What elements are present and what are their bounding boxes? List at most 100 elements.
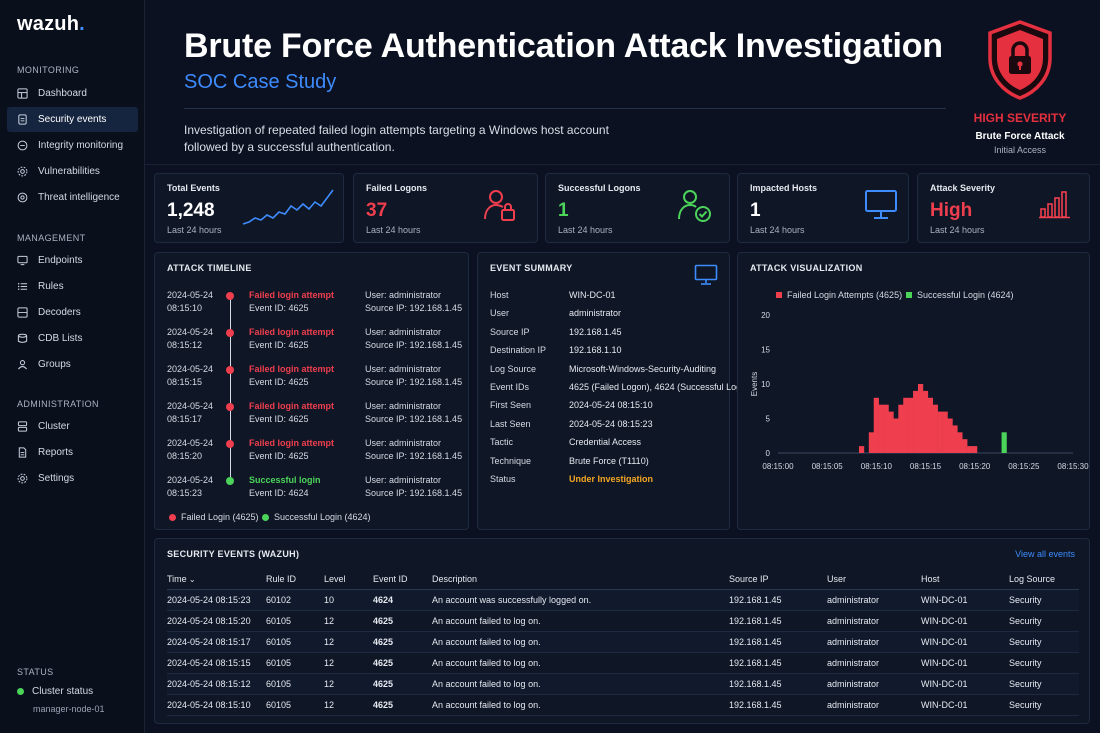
trend-line-icon: [242, 189, 334, 225]
table-row[interactable]: 2024-05-24 08:15:17 60105 12 4625 An account…: [167, 631, 1079, 653]
timeline-time: 08:15:20: [167, 451, 203, 461]
kpi-value: 1,248: [167, 200, 215, 221]
sidebar-item-cdb-lists[interactable]: CDB Lists: [7, 326, 138, 351]
summary-value: Microsoft-Windows-Security-Auditing: [569, 363, 717, 374]
failed-login-bar: [883, 404, 889, 453]
failed-login-bar: [957, 432, 963, 453]
timeline-event: Failed login attempt Event ID: 4625: [249, 363, 334, 389]
wazuh-logo[interactable]: wazuh.: [17, 13, 85, 36]
kpi-attack-severity[interactable]: Attack Severity High Last 24 hours: [917, 173, 1090, 243]
sidebar-item-dashboard[interactable]: Dashboard: [7, 81, 138, 106]
timeline-event-id: Event ID: 4624: [249, 488, 309, 498]
timeline-event: Failed login attempt Event ID: 4625: [249, 326, 334, 352]
timeline-source: User: administrator Source IP: 192.168.1.…: [365, 289, 462, 315]
timeline-event-id: Event ID: 4625: [249, 303, 309, 313]
timeline-date: 2024-05-24: [167, 327, 214, 337]
table-cell: 12: [324, 673, 373, 695]
kpi-label: Failed Logons: [366, 183, 428, 193]
column-header[interactable]: User: [827, 571, 921, 590]
table-cell: Security: [1009, 694, 1079, 716]
summary-key: Destination IP: [490, 345, 547, 356]
kpi-failed-logons[interactable]: Failed Logons 37 Last 24 hours: [353, 173, 538, 243]
column-header-label: Level: [324, 573, 346, 584]
sidebar-item-integrity-monitoring[interactable]: Integrity monitoring: [7, 133, 138, 158]
summary-key: User: [490, 308, 510, 319]
kpi-total-events[interactable]: Total Events 1,248 Last 24 hours: [154, 173, 344, 243]
dashboard-icon: [17, 88, 28, 99]
section-administration: ADMINISTRATION: [17, 399, 99, 409]
table-row[interactable]: 2024-05-24 08:15:20 60105 12 4625 An account…: [167, 610, 1079, 632]
column-header[interactable]: Description: [432, 571, 729, 590]
target-icon: [17, 192, 28, 203]
timeline-event: Successful login Event ID: 4624: [249, 474, 321, 500]
sidebar-item-vulnerabilities[interactable]: Vulnerabilities: [7, 159, 138, 184]
chevron-down-icon[interactable]: ⌄: [187, 575, 196, 584]
summary-key: Source IP: [490, 326, 530, 337]
kpi-impacted-hosts[interactable]: Impacted Hosts 1 Last 24 hours: [737, 173, 909, 243]
legend-label: Successful Login (4624): [274, 512, 371, 522]
view-all-events-link[interactable]: View all events: [1015, 549, 1075, 559]
summary-key: Log Source: [490, 363, 537, 374]
legend-dot-icon: [262, 513, 269, 521]
timeline-datetime: 2024-05-24 08:15:15: [167, 363, 213, 389]
column-header[interactable]: Log Source: [1009, 571, 1079, 590]
kpi-subtext: Last 24 hours: [366, 225, 421, 235]
sidebar-item-settings[interactable]: Settings: [7, 466, 138, 491]
sidebar-item-security-events[interactable]: Security events: [7, 107, 138, 132]
summary-value: WIN-DC-01: [569, 290, 616, 300]
table-row[interactable]: 2024-05-24 08:15:10 60105 12 4625 An account…: [167, 694, 1079, 716]
timeline-entry[interactable]: 2024-05-24 08:15:17 Failed login attempt Ev…: [155, 400, 468, 430]
sidebar-item-threat-intelligence[interactable]: Threat intelligence: [7, 185, 138, 210]
column-header[interactable]: Level: [324, 571, 373, 590]
sidebar-item-rules[interactable]: Rules: [7, 274, 138, 299]
column-header-label: Rule ID: [266, 573, 297, 584]
table-row[interactable]: 2024-05-24 08:15:15 60105 12 4625 An account…: [167, 652, 1079, 674]
timeline-date: 2024-05-24: [167, 475, 214, 485]
timeline-user: User: administrator: [365, 364, 442, 374]
summary-value: 2024-05-24 08:15:23: [569, 418, 653, 429]
sidebar-item-cluster[interactable]: Cluster: [7, 414, 138, 439]
shield-lock-icon: [988, 20, 1052, 100]
panel-title: SECURITY EVENTS (WAZUH): [167, 549, 300, 559]
failed-login-bar: [903, 397, 909, 453]
timeline-event-id: Event ID: 4625: [249, 414, 309, 424]
column-header[interactable]: Source IP: [729, 571, 827, 590]
sidebar-item-label: Groups: [38, 359, 71, 370]
timeline-datetime: 2024-05-24 08:15:23: [167, 474, 213, 500]
section-status: STATUS: [17, 667, 54, 677]
table-cell: 60102: [266, 589, 324, 611]
status-dot-icon: [17, 688, 24, 695]
table-cell: 2024-05-24 08:15:10: [167, 694, 266, 716]
failed-login-bar: [878, 404, 884, 453]
timeline-entry[interactable]: 2024-05-24 08:15:10 Failed login attempt Ev…: [155, 289, 468, 319]
table-row[interactable]: 2024-05-24 08:15:23 60102 10 4624 An account…: [167, 589, 1079, 611]
column-header[interactable]: Time ⌄: [167, 571, 266, 590]
column-header[interactable]: Rule ID: [266, 571, 324, 590]
kpi-successful-logons[interactable]: Successful Logons 1 Last 24 hours: [545, 173, 730, 243]
table-row[interactable]: 2024-05-24 08:15:12 60105 12 4625 An account…: [167, 673, 1079, 695]
sidebar-item-reports[interactable]: Reports: [7, 440, 138, 465]
timeline-entry[interactable]: 2024-05-24 08:15:23 Successful login Event …: [155, 474, 468, 504]
cluster-status[interactable]: Cluster status: [17, 686, 93, 697]
timeline-source: User: administrator Source IP: 192.168.1.…: [365, 400, 462, 426]
table-cell: 4625: [373, 694, 432, 716]
sidebar-item-decoders[interactable]: Decoders: [7, 300, 138, 325]
x-tick-label: 08:15:15: [910, 462, 942, 471]
table-cell: 192.168.1.45: [729, 631, 827, 653]
y-tick-label: 10: [761, 380, 770, 389]
sidebar-item-groups[interactable]: Groups: [7, 352, 138, 377]
sidebar-item-endpoints[interactable]: Endpoints: [7, 248, 138, 273]
x-tick-label: 08:15:20: [959, 462, 991, 471]
timeline-node-icon: [226, 366, 234, 374]
timeline-event-title: Failed login attempt: [249, 438, 335, 448]
section-management: MANAGEMENT: [17, 233, 86, 243]
table-cell: 60105: [266, 694, 324, 716]
failed-login-bar: [868, 432, 875, 453]
timeline-entry[interactable]: 2024-05-24 08:15:12 Failed login attempt Ev…: [155, 326, 468, 356]
timeline-entry[interactable]: 2024-05-24 08:15:20 Failed login attempt Ev…: [155, 437, 468, 467]
column-header[interactable]: Event ID: [373, 571, 432, 590]
column-header[interactable]: Host: [921, 571, 1009, 590]
timeline-entry[interactable]: 2024-05-24 08:15:15 Failed login attempt Ev…: [155, 363, 468, 393]
attack-visualization-panel: ATTACK VISUALIZATION Failed Login Attemp…: [737, 252, 1090, 530]
table-cell: 4625: [373, 673, 432, 695]
